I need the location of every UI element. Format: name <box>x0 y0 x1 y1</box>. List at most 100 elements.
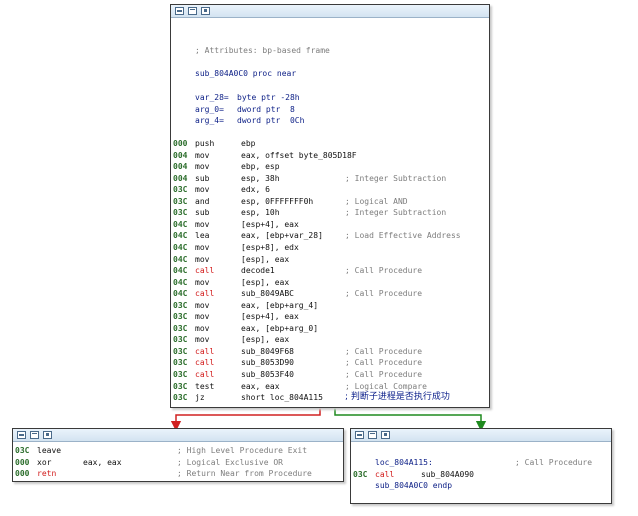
operand[interactable]: eax, eax <box>83 457 122 468</box>
false-branch-edge <box>170 406 321 432</box>
block-titlebar[interactable] <box>171 5 489 18</box>
mnemonic[interactable]: mov <box>195 334 209 345</box>
mnemonic[interactable]: call <box>195 357 214 368</box>
mnemonic[interactable]: mov <box>195 242 209 253</box>
operand[interactable]: eax, [ebp+var_28] <box>241 230 323 241</box>
stack-offset: 04C <box>173 266 188 276</box>
mnemonic[interactable]: mov <box>195 150 209 161</box>
stack-offset: 04C <box>173 277 188 287</box>
mnemonic[interactable]: mov <box>195 184 209 195</box>
mnemonic[interactable]: lea <box>195 230 209 241</box>
operand[interactable]: decode1 <box>241 265 275 276</box>
stack-offset: 03C <box>173 300 188 310</box>
restore-icon[interactable] <box>188 7 197 15</box>
var-name[interactable]: var_28= <box>195 92 229 103</box>
stack-offset: 04C <box>173 254 188 264</box>
operand[interactable]: [esp+4], eax <box>241 219 299 230</box>
minimize-icon[interactable] <box>355 431 364 439</box>
operand[interactable]: [esp], eax <box>241 277 289 288</box>
operand[interactable]: sub_8053D90 <box>241 357 294 368</box>
operand[interactable]: ebp, esp <box>241 161 280 172</box>
mnemonic[interactable]: leave <box>37 445 61 456</box>
mnemonic[interactable]: call <box>195 346 214 357</box>
stack-offset: 03C <box>173 312 188 322</box>
operand[interactable]: [esp], eax <box>241 254 289 265</box>
mnemonic[interactable]: mov <box>195 219 209 230</box>
auto-comment: ; Call Procedure <box>345 370 423 379</box>
branch-label-comment: ; Call Procedure <box>515 458 593 467</box>
stack-offset: 000 <box>173 139 188 148</box>
stack-offset: 03C <box>173 370 188 379</box>
attributes-comment: ; Attributes: bp-based frame <box>195 46 330 55</box>
operand[interactable]: ebp <box>241 138 255 149</box>
main-code-block[interactable]: ; Attributes: bp-based frame sub_804A0C0… <box>170 4 490 408</box>
block-titlebar[interactable] <box>13 429 343 442</box>
auto-comment: ; Load Effective Address <box>345 231 461 241</box>
stack-offset: 03C <box>173 323 188 333</box>
auto-comment: ; Call Procedure <box>345 346 423 356</box>
mnemonic[interactable]: call <box>375 469 394 480</box>
minimize-icon[interactable] <box>17 431 26 439</box>
auto-comment: ; Logical Compare <box>345 381 427 391</box>
proc-declaration[interactable]: sub_804A0C0 proc near <box>195 68 296 79</box>
graph-icon[interactable] <box>43 431 52 439</box>
proc-end[interactable]: sub_804A0C0 endp <box>375 480 452 491</box>
operand[interactable]: edx, 6 <box>241 184 270 195</box>
mnemonic[interactable]: and <box>195 196 209 207</box>
mnemonic[interactable]: sub <box>195 173 209 184</box>
operand[interactable]: [esp], eax <box>241 334 289 345</box>
mnemonic[interactable]: test <box>195 381 214 392</box>
var-name[interactable]: arg_4= <box>195 115 224 126</box>
operand[interactable]: eax, [ebp+arg_0] <box>241 323 318 334</box>
auto-comment: ; Integer Subtraction <box>345 208 447 218</box>
mnemonic[interactable]: push <box>195 138 214 149</box>
mnemonic[interactable]: mov <box>195 254 209 265</box>
mnemonic[interactable]: mov <box>195 277 209 288</box>
operand[interactable]: sub_804A090 <box>421 469 474 480</box>
stack-offset: 004 <box>173 162 188 172</box>
mnemonic[interactable]: call <box>195 288 214 299</box>
operand[interactable]: sub_8049ABC <box>241 288 294 299</box>
mnemonic[interactable]: call <box>195 265 214 276</box>
stack-offset: 04C <box>173 242 188 252</box>
mnemonic[interactable]: jz <box>195 392 205 403</box>
mnemonic[interactable]: call <box>195 369 214 380</box>
stack-offset: 03C <box>173 346 188 356</box>
branch-code-block[interactable]: loc_804A115: ; Call Procedure sub_804A0C… <box>350 428 612 504</box>
var-name[interactable]: arg_0= <box>195 104 224 115</box>
block-titlebar[interactable] <box>351 429 611 442</box>
mnemonic[interactable]: xor <box>37 457 51 468</box>
operand[interactable]: esp, 10h <box>241 207 280 218</box>
operand[interactable]: sub_8053F40 <box>241 369 294 380</box>
operand[interactable]: short loc_804A115 <box>241 392 323 403</box>
branch-label[interactable]: loc_804A115: <box>375 457 433 468</box>
operand[interactable]: [esp+8], edx <box>241 242 299 253</box>
stack-offset: 000 <box>15 457 30 467</box>
exit-code-block[interactable]: 03C leave ; High Level Procedure Exit 000 xo… <box>12 428 344 482</box>
operand[interactable]: eax, eax <box>241 381 280 392</box>
mnemonic[interactable]: mov <box>195 323 209 334</box>
graph-icon[interactable] <box>201 7 210 15</box>
mnemonic[interactable]: mov <box>195 311 209 322</box>
restore-icon[interactable] <box>368 431 377 439</box>
mnemonic[interactable]: mov <box>195 300 209 311</box>
mnemonic[interactable]: sub <box>195 207 209 218</box>
mnemonic[interactable]: mov <box>195 161 209 172</box>
graph-icon[interactable] <box>381 431 390 439</box>
operand[interactable]: esp, 0FFFFFFF0h <box>241 196 313 207</box>
stack-offset: 03C <box>173 185 188 195</box>
operand[interactable]: [esp+4], eax <box>241 311 299 322</box>
operand[interactable]: eax, offset byte_805D18F <box>241 150 357 161</box>
mnemonic[interactable]: retn <box>37 468 56 479</box>
auto-comment: ; Logical Exclusive OR <box>177 457 283 467</box>
stack-offset: 03C <box>15 446 30 455</box>
stack-offset: 03C <box>173 196 188 206</box>
operand[interactable]: esp, 38h <box>241 173 280 184</box>
restore-icon[interactable] <box>30 431 39 439</box>
operand[interactable]: sub_8049F68 <box>241 346 294 357</box>
auto-comment: ; Call Procedure <box>345 358 423 368</box>
operand[interactable]: eax, [ebp+arg_4] <box>241 300 318 311</box>
minimize-icon[interactable] <box>175 7 184 15</box>
user-comment: ; 判断子进程是否执行成功 <box>345 392 450 403</box>
auto-comment: ; Integer Subtraction <box>345 173 447 183</box>
